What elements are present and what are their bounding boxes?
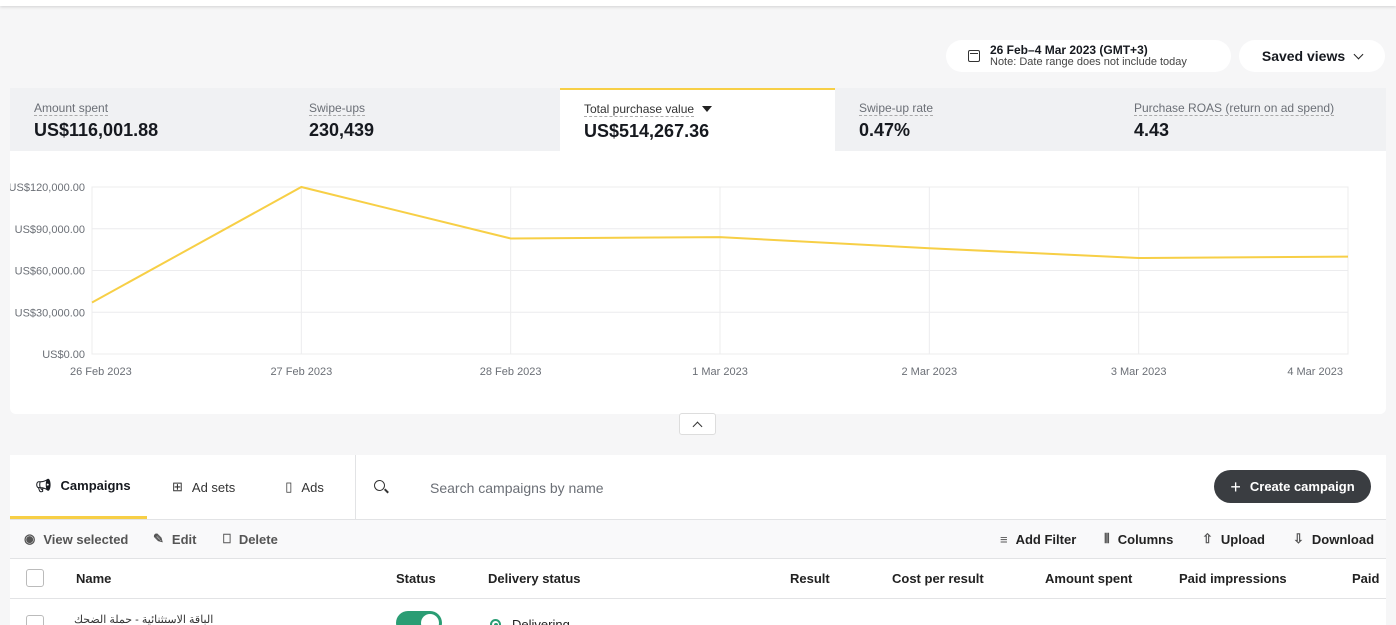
filter-icon: ≡ [1000,531,1008,547]
column-header-paid-impressions[interactable]: Paid impressions [1179,559,1287,599]
calendar-icon [968,50,980,62]
chart-card: US$0.00 US$30,000.00 US$60,000.00 US$90,000… [10,151,1386,414]
y-tick-label: US$30,000.00 [15,307,85,319]
search-input[interactable] [430,477,1030,499]
tab-label: Ads [301,479,324,495]
tab-ads[interactable]: ▯ Ads [260,455,349,519]
x-tick-label: 2 Mar 2023 [902,366,958,378]
column-header-paid[interactable]: Paid [1352,559,1379,599]
y-tick-label: US$0.00 [42,349,85,361]
column-header-amount-spent[interactable]: Amount spent [1045,559,1132,599]
saved-views-button[interactable]: Saved views [1239,40,1385,72]
y-tick-label: US$120,000.00 [10,182,85,194]
download-icon: ⇩ [1293,531,1304,546]
divider [355,455,356,519]
metric-label: Amount spent [34,101,109,116]
x-tick-label: 26 Feb 2023 [70,366,132,378]
table-toolbar: ◉ View selected ✎ Edit ⎕ Delete ≡ Add Fi… [10,519,1386,559]
upload-icon: ⇧ [1202,531,1213,546]
entity-tabs: 📢︎ Campaigns ⊞ Ad sets ▯ Ads [10,455,349,519]
top-bar [0,0,1396,6]
metric-label: Purchase ROAS (return on ad spend) [1134,101,1335,116]
campaign-name[interactable]: الباقة الاستثنائية - حملة الضحك [74,613,213,625]
columns-label: Columns [1117,531,1174,547]
columns-button[interactable]: ⦀ Columns [1104,520,1173,558]
eye-icon: ◉ [24,531,36,546]
phone-icon: ▯ [285,479,293,494]
upload-label: Upload [1220,531,1265,547]
y-tick-label: US$90,000.00 [15,224,85,236]
search-icon [374,480,385,491]
metric-label: Swipe-up rate [859,101,934,116]
view-selected-button[interactable]: ◉ View selected [24,520,128,558]
metrics-bar: Amount spent US$116,001.88 Swipe-ups 230… [10,88,1386,151]
table-header: Name Status Delivery status Result Cost … [10,559,1386,599]
metric-purchase-roas[interactable]: Purchase ROAS (return on ad spend) 4.43 [1110,88,1385,151]
grid-icon: ⊞ [172,479,183,494]
metric-swipe-ups[interactable]: Swipe-ups 230,439 [285,88,560,151]
metric-value: 4.43 [1134,120,1170,140]
tab-label: Ad sets [191,479,236,495]
column-header-cost-per-result[interactable]: Cost per result [892,559,984,599]
column-header-result[interactable]: Result [790,559,830,599]
plus-icon: + [1230,476,1241,497]
metric-label: Swipe-ups [309,101,366,116]
create-campaign-label: Create campaign [1249,479,1355,494]
date-range-text: 26 Feb–4 Mar 2023 (GMT+3) [990,43,1148,57]
chevron-up-icon [692,421,703,431]
download-label: Download [1311,531,1375,547]
metric-value: 0.47% [859,120,911,140]
table-row[interactable]: الباقة الاستثنائية - حملة الضحك Deliveri… [10,599,1386,625]
add-filter-button[interactable]: ≡ Add Filter [1000,520,1076,558]
metric-value: US$514,267.36 [584,121,710,141]
y-tick-label: US$60,000.00 [15,266,85,278]
add-filter-label: Add Filter [1015,531,1077,547]
metric-label: Total purchase value [584,102,695,117]
view-selected-label: View selected [43,531,129,547]
delete-button[interactable]: ⎕ Delete [223,520,278,558]
saved-views-label: Saved views [1261,48,1346,64]
tab-ad-sets[interactable]: ⊞ Ad sets [147,455,260,519]
metric-amount-spent[interactable]: Amount spent US$116,001.88 [10,88,285,151]
status-toggle[interactable] [396,611,442,625]
campaigns-panel: 📢︎ Campaigns ⊞ Ad sets ▯ Ads + Create ca… [10,455,1386,625]
metric-value: 230,439 [309,120,375,140]
upload-button[interactable]: ⇧ Upload [1202,520,1265,558]
delivering-status-icon [490,619,501,625]
tab-label: Campaigns [60,478,131,493]
x-tick-label: 3 Mar 2023 [1111,366,1167,378]
date-range-picker[interactable]: 26 Feb–4 Mar 2023 (GMT+3) Note: Date ran… [946,40,1231,72]
x-tick-label: 28 Feb 2023 [480,366,542,378]
columns-icon: ⦀ [1104,531,1110,546]
collapse-chart-button[interactable] [679,413,716,435]
tab-campaigns[interactable]: 📢︎ Campaigns [10,455,147,519]
chevron-down-icon [1353,49,1364,59]
column-header-delivery-status[interactable]: Delivery status [488,559,581,599]
row-checkbox[interactable] [26,615,44,625]
megaphone-icon: 📢︎ [35,477,52,493]
x-tick-label: 27 Feb 2023 [270,366,332,378]
caret-down-icon[interactable] [702,105,713,112]
metric-total-purchase-value[interactable]: Total purchase value US$514,267.36 [560,88,835,151]
delete-label: Delete [238,531,278,547]
pencil-icon: ✎ [153,531,164,546]
delivery-status: Delivering [512,617,570,625]
metric-swipe-up-rate[interactable]: Swipe-up rate 0.47% [835,88,1110,151]
x-tick-label: 1 Mar 2023 [692,366,748,378]
column-header-status[interactable]: Status [396,559,436,599]
column-header-name[interactable]: Name [76,559,111,599]
create-campaign-button[interactable]: + Create campaign [1214,470,1371,503]
select-all-checkbox[interactable] [26,569,44,587]
x-tick-label: 4 Mar 2023 [1287,366,1343,378]
trash-icon: ⎕ [223,531,231,546]
download-button[interactable]: ⇩ Download [1293,520,1374,558]
edit-button[interactable]: ✎ Edit [153,520,196,558]
line-chart: US$0.00 US$30,000.00 US$60,000.00 US$90,000… [10,182,1349,378]
date-range-note: Note: Date range does not include today [990,56,1187,68]
edit-label: Edit [171,531,197,547]
metric-value: US$116,001.88 [34,120,159,140]
